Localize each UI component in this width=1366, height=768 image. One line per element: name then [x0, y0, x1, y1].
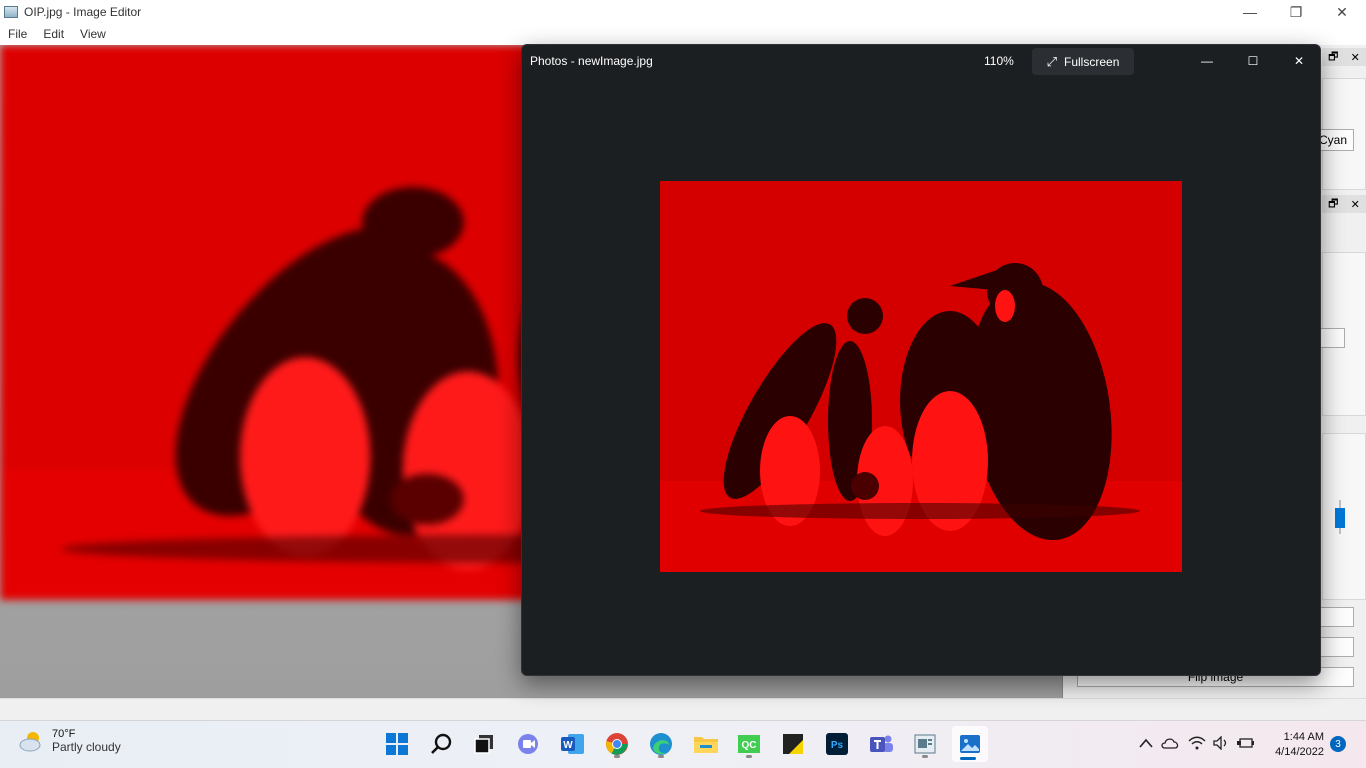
editor-minimize-button[interactable]: —	[1227, 0, 1273, 24]
photos-minimize-button[interactable]: —	[1184, 45, 1230, 77]
dock-close-icon-2[interactable]: ✕	[1351, 198, 1360, 211]
teams-icon[interactable]	[865, 728, 897, 760]
wifi-icon[interactable]	[1188, 734, 1206, 752]
photos-window: Photos - newImage.jpg 110% ⤢ Fullscreen …	[521, 44, 1321, 676]
onedrive-icon[interactable]	[1161, 734, 1179, 752]
photos-active-indicator	[960, 757, 976, 760]
task-view-icon[interactable]	[468, 728, 500, 760]
weather-temp: 70°F	[52, 728, 76, 740]
image-editor-running-dot	[922, 755, 928, 758]
fullscreen-label: Fullscreen	[1064, 54, 1120, 69]
taskbar-clock[interactable]: 1:44 AM 4/14/2022	[1264, 730, 1324, 760]
chrome-icon[interactable]	[601, 728, 633, 760]
expand-icon: ⤢	[1046, 53, 1058, 69]
dock-header-top: 🗗 ✕	[1322, 48, 1366, 66]
partly-cloudy-icon	[19, 732, 41, 752]
editor-titlebar: OIP.jpg - Image Editor — ❐ ✕	[0, 0, 1366, 24]
volume-icon[interactable]	[1212, 734, 1230, 752]
weather-desc: Partly cloudy	[52, 740, 121, 754]
photos-window-title: Photos - newImage.jpg	[530, 54, 653, 68]
photos-icon[interactable]	[952, 726, 988, 762]
fullscreen-button[interactable]: ⤢ Fullscreen	[1032, 48, 1134, 75]
dock-button-2[interactable]	[1318, 637, 1354, 657]
teams-chat-icon[interactable]	[512, 728, 544, 760]
clock-date: 4/14/2022	[1275, 746, 1324, 758]
qc-running-dot	[746, 755, 752, 758]
qc-icon[interactable]: QC	[733, 728, 765, 760]
ps-letters: Ps	[831, 740, 844, 751]
file-explorer-icon[interactable]	[690, 728, 722, 760]
menu-edit[interactable]: Edit	[35, 27, 72, 41]
photoshop-icon[interactable]: Ps	[821, 728, 853, 760]
slider-handle[interactable]	[1335, 508, 1345, 528]
dock-header-bottom: 🗗 ✕	[1322, 195, 1366, 213]
dock-button-1[interactable]	[1318, 607, 1354, 627]
edge-icon[interactable]	[645, 728, 677, 760]
menu-file[interactable]: File	[0, 27, 35, 41]
menu-view[interactable]: View	[72, 27, 114, 41]
image-editor-app-icon	[4, 6, 18, 18]
editor-restore-button[interactable]: ❐	[1273, 0, 1319, 24]
image-editor-icon[interactable]	[909, 728, 941, 760]
dock-float-icon-2[interactable]: 🗗	[1328, 195, 1338, 214]
editor-window-title: OIP.jpg - Image Editor	[24, 5, 142, 19]
notification-badge[interactable]: 3	[1330, 736, 1346, 752]
qc-letters: QC	[742, 740, 757, 751]
photos-penguin-image	[660, 181, 1182, 572]
dock-value-field[interactable]	[1318, 328, 1345, 348]
start-icon[interactable]	[381, 728, 413, 760]
chrome-running-dot	[614, 755, 620, 758]
clock-time: 1:44 AM	[1283, 731, 1324, 743]
editor-statusbar	[0, 698, 1366, 721]
photos-maximize-button[interactable]: ☐	[1230, 45, 1276, 77]
editor-close-button[interactable]: ✕	[1319, 0, 1365, 24]
weather-widget[interactable]: 70°F Partly cloudy	[18, 728, 121, 754]
sticky-notes-icon[interactable]	[777, 728, 809, 760]
photos-close-button[interactable]: ✕	[1276, 45, 1322, 77]
zoom-level[interactable]: 110%	[984, 54, 1014, 68]
edge-running-dot	[658, 755, 664, 758]
dock-close-icon[interactable]: ✕	[1351, 51, 1360, 64]
word-letter: W	[563, 740, 573, 751]
search-icon[interactable]	[425, 728, 457, 760]
dock-float-icon[interactable]: 🗗	[1328, 48, 1338, 67]
editor-menubar: File Edit View	[0, 24, 1366, 44]
battery-icon[interactable]	[1237, 734, 1255, 752]
chevron-up-icon[interactable]	[1137, 734, 1155, 752]
word-icon[interactable]: W	[557, 728, 589, 760]
